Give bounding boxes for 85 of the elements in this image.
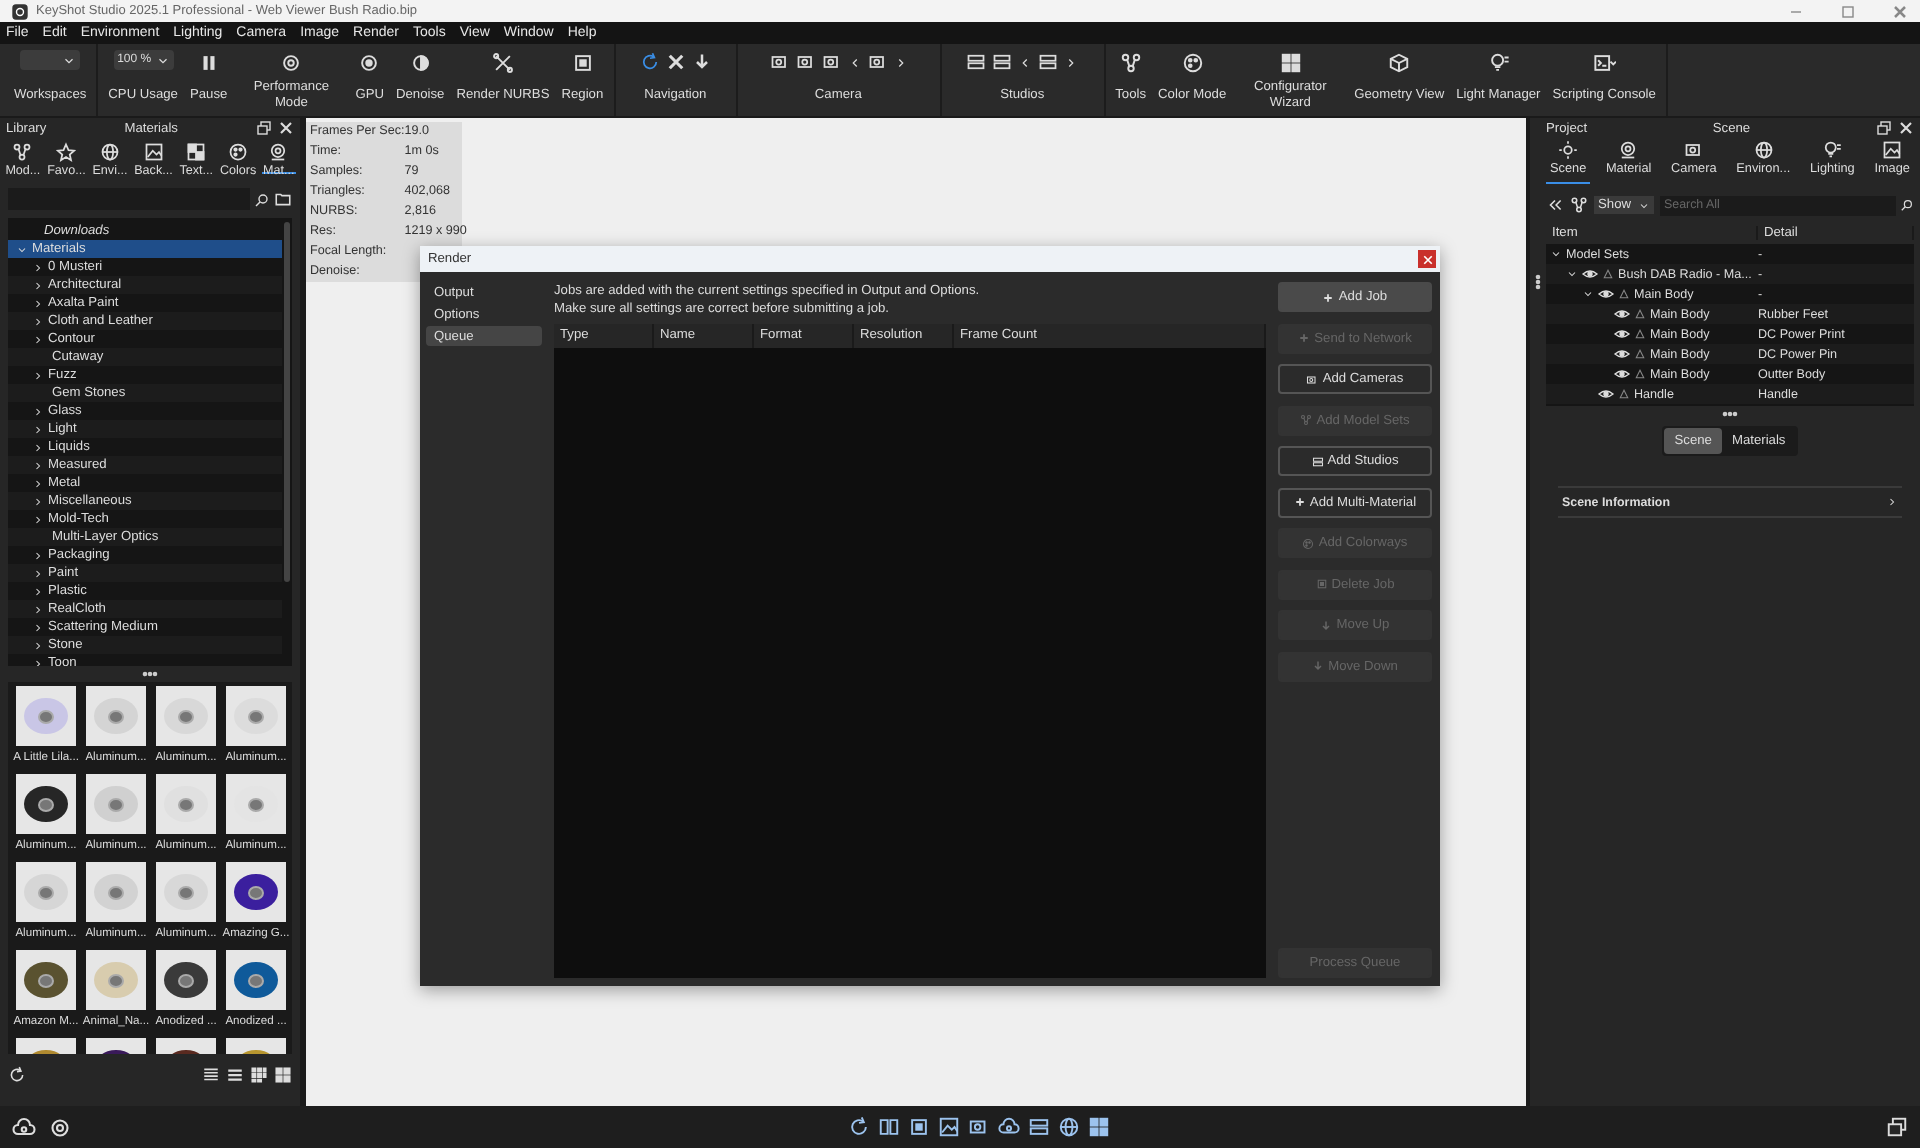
close-icon — [1421, 253, 1433, 265]
grid-icon — [1279, 51, 1302, 73]
chevron-icon[interactable] — [847, 55, 862, 69]
down-icon — [1320, 619, 1333, 631]
camera-icon[interactable] — [968, 1116, 990, 1138]
eye-icon[interactable] — [1598, 286, 1614, 302]
ring-icon — [268, 142, 289, 162]
terminal-icon — [1593, 51, 1616, 73]
nodes-icon — [12, 142, 33, 162]
caret-icon — [1638, 199, 1650, 211]
ring-icon — [1618, 140, 1639, 160]
chevron-icon — [1886, 496, 1898, 508]
cross-icon[interactable] — [665, 52, 686, 72]
eye-icon[interactable] — [1598, 386, 1614, 402]
down-icon — [1312, 660, 1325, 672]
globe-icon — [1753, 140, 1774, 160]
checker-icon — [186, 142, 207, 162]
folder-icon[interactable] — [274, 190, 292, 208]
grid-icon[interactable] — [1088, 1116, 1110, 1138]
window-icon[interactable] — [1886, 1116, 1908, 1138]
gear-icon[interactable] — [48, 1115, 72, 1139]
camera-icon — [1683, 140, 1704, 160]
list-view-icon[interactable] — [226, 1066, 244, 1084]
down-icon[interactable] — [691, 52, 712, 72]
chevron-icon[interactable] — [1064, 55, 1079, 69]
camera-icon[interactable] — [821, 52, 842, 72]
float-icon[interactable] — [1876, 120, 1892, 136]
eye-icon[interactable] — [1614, 366, 1630, 382]
splitter-dots-icon[interactable] — [1722, 406, 1738, 422]
splitter-dots-icon[interactable] — [1530, 274, 1546, 290]
square-icon[interactable] — [908, 1116, 930, 1138]
gear-icon — [280, 51, 303, 73]
sun-icon — [1558, 140, 1579, 160]
nodes-icon — [1300, 414, 1313, 426]
bulb-icon — [1822, 140, 1843, 160]
camera-icon[interactable] — [867, 52, 888, 72]
plus-icon — [1293, 496, 1306, 508]
bulb-icon — [1487, 51, 1510, 73]
square-icon — [571, 51, 594, 73]
camera-icon — [1306, 373, 1319, 385]
plus-icon — [1322, 291, 1335, 303]
list-view-icon[interactable] — [202, 1066, 220, 1084]
palette-icon — [228, 142, 249, 162]
caret-icon[interactable] — [32, 369, 44, 381]
close-button[interactable] — [1418, 250, 1436, 268]
layers-icon[interactable] — [966, 52, 987, 72]
grid-view-icon[interactable] — [274, 1066, 292, 1084]
globe-icon — [99, 142, 120, 162]
caret-icon — [155, 53, 170, 67]
float-icon[interactable] — [256, 120, 272, 136]
layers-icon[interactable] — [1038, 52, 1059, 72]
nodes-icon[interactable] — [1570, 196, 1588, 214]
chevron-icon[interactable] — [1018, 55, 1033, 69]
plus-icon — [1298, 332, 1311, 344]
cube-icon — [1388, 51, 1411, 73]
circle-icon — [358, 51, 381, 73]
square-icon — [1315, 578, 1328, 590]
eye-icon[interactable] — [1582, 266, 1598, 282]
search-icon[interactable] — [254, 191, 270, 207]
eye-icon[interactable] — [1614, 346, 1630, 362]
chevron-icon[interactable] — [893, 55, 908, 69]
grid-view-icon[interactable] — [250, 1066, 268, 1084]
caret-icon — [62, 53, 77, 67]
layers-icon[interactable] — [1028, 1116, 1050, 1138]
cloud-icon[interactable] — [998, 1116, 1020, 1138]
double-chevron-icon[interactable] — [1546, 196, 1564, 214]
eye-icon[interactable] — [1614, 306, 1630, 322]
globe-icon[interactable] — [1058, 1116, 1080, 1138]
image-icon — [143, 142, 164, 162]
layers-icon — [1311, 455, 1324, 467]
palette-icon — [1302, 537, 1315, 549]
layers-icon[interactable] — [992, 52, 1013, 72]
refresh-icon[interactable] — [848, 1116, 870, 1138]
camera-icon[interactable] — [769, 52, 790, 72]
book-icon[interactable] — [878, 1116, 900, 1138]
star-icon — [56, 142, 77, 162]
camera-icon[interactable] — [795, 52, 816, 72]
palette-icon — [1181, 51, 1204, 73]
search-icon[interactable] — [1900, 198, 1914, 212]
cloud-icon[interactable] — [12, 1115, 36, 1139]
nodes-icon — [1119, 51, 1142, 73]
image-icon[interactable] — [938, 1116, 960, 1138]
splitter-dots-icon[interactable] — [142, 666, 158, 682]
image-icon — [1882, 140, 1903, 160]
eye-icon[interactable] — [1614, 326, 1630, 342]
